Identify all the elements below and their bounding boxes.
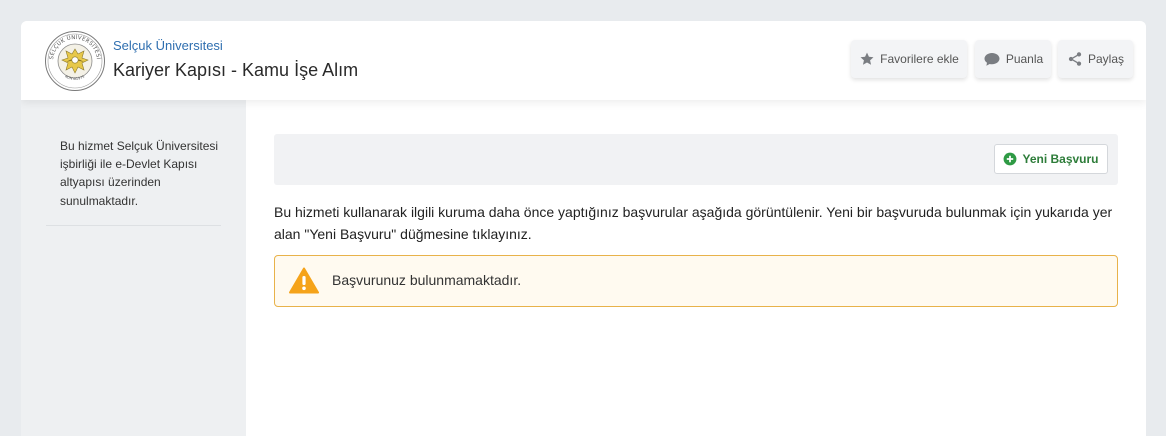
star-icon	[860, 52, 874, 65]
add-to-favorites-button[interactable]: Favorilere ekle	[851, 40, 967, 78]
share-icon	[1068, 52, 1082, 66]
add-to-favorites-label: Favorilere ekle	[880, 52, 959, 66]
alert-message: Başvurunuz bulunmamaktadır.	[332, 272, 522, 288]
speech-bubble-icon	[984, 53, 1000, 66]
institution-name: Selçuk Üniversitesi	[113, 38, 223, 53]
sidebar-divider	[46, 225, 221, 226]
info-text: Bu hizmeti kullanarak ilgili kuruma daha…	[274, 204, 1113, 242]
service-title: Kariyer Kapısı - Kamu İşe Alım	[113, 60, 359, 80]
plus-circle-icon	[1004, 152, 1017, 166]
rate-label: Puanla	[1005, 52, 1044, 66]
rate-button[interactable]: Puanla	[975, 40, 1051, 78]
service-card: SELÇUK ÜNİVERSİTESİ KONYA 1975 Selçuk Ün…	[21, 21, 1146, 436]
action-toolbar: Yeni Başvuru	[274, 134, 1118, 185]
warning-icon	[289, 267, 319, 294]
sidebar: Bu hizmet Selçuk Üniversitesi işbirliği …	[21, 100, 246, 436]
main-content: Yeni Başvuru Bu hizmeti kullanarak ilgil…	[246, 100, 1146, 436]
service-provider-note: Bu hizmet Selçuk Üniversitesi işbirliği …	[60, 139, 219, 208]
service-header: SELÇUK ÜNİVERSİTESİ KONYA 1975 Selçuk Ün…	[21, 21, 1146, 100]
new-application-button[interactable]: Yeni Başvuru	[994, 144, 1108, 174]
no-application-alert: Başvurunuz bulunmamaktadır.	[274, 255, 1118, 307]
university-logo: SELÇUK ÜNİVERSİTESİ KONYA 1975	[45, 31, 105, 91]
new-application-label: Yeni Başvuru	[1022, 152, 1099, 166]
share-button[interactable]: Paylaş	[1058, 40, 1133, 78]
share-label: Paylaş	[1087, 52, 1125, 66]
